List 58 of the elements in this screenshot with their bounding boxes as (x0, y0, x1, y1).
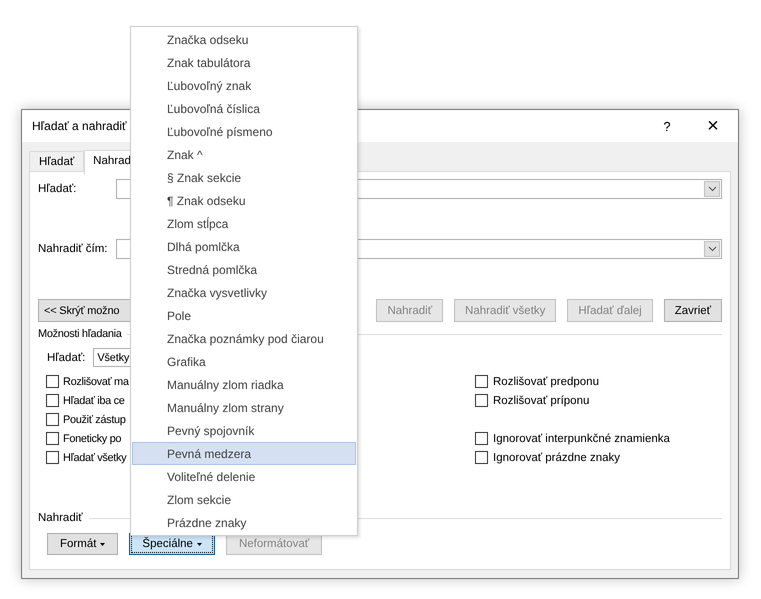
option-label: Ignorovať interpunkčné znamienka (493, 432, 670, 444)
option-label: Rozlišovať príponu (493, 394, 590, 406)
section-title: Nahradiť (38, 512, 83, 524)
checkbox[interactable] (46, 451, 59, 464)
menu-item[interactable]: Značka vysvetlivky (132, 281, 356, 304)
checkbox[interactable] (475, 432, 488, 445)
window-title: Hľadať a nahradiť (32, 119, 127, 133)
menu-item[interactable]: Znak tabulátora (132, 51, 356, 74)
section-title: Možnosti hľadania (38, 328, 122, 340)
chevron-down-icon (708, 246, 716, 252)
menu-item[interactable]: Ľubovoľný znak (132, 74, 356, 97)
checkbox[interactable] (475, 375, 488, 388)
dropdown-button[interactable] (704, 241, 720, 257)
option-label: Použiť zástup (63, 414, 126, 426)
help-button[interactable]: ? (644, 118, 690, 134)
option-label: Rozlišovať predponu (493, 376, 599, 388)
menu-item[interactable]: Značka odseku (132, 28, 356, 51)
menu-item[interactable]: Zlom sekcie (132, 488, 356, 511)
checkbox[interactable] (475, 451, 488, 464)
option-label: Rozlišovať ma (63, 376, 129, 388)
checkbox[interactable] (46, 375, 59, 388)
action-button[interactable]: Zavrieť (664, 299, 722, 322)
tab[interactable]: Hľadať (29, 151, 84, 172)
caret-icon (100, 542, 106, 546)
caret-icon (196, 542, 202, 546)
option-label: Foneticky po (63, 432, 122, 444)
option-label: Ignorovať prázdne znaky (493, 452, 620, 464)
menu-item[interactable]: Pevná medzera (132, 442, 356, 465)
menu-item[interactable]: ¶ Znak odseku (132, 189, 356, 212)
menu-item[interactable]: Manuálny zlom strany (132, 396, 356, 419)
menu-item[interactable]: Zlom stĺpca (132, 212, 356, 235)
checkbox[interactable] (46, 432, 59, 445)
option-label: Hľadať iba ce (63, 394, 124, 406)
menu-item[interactable]: Pole (132, 304, 356, 327)
chevron-down-icon (708, 186, 716, 192)
less-options-button[interactable]: << Skrýť možno (38, 299, 131, 322)
checkbox[interactable] (46, 394, 59, 407)
menu-item[interactable]: Grafika (132, 350, 356, 373)
menu-item[interactable]: Dlhá pomlčka (132, 235, 356, 258)
dropdown-button[interactable] (704, 181, 720, 197)
menu-item[interactable]: Ľubovoľná číslica (132, 97, 356, 120)
checkbox[interactable] (475, 394, 488, 407)
menu-item[interactable]: § Znak sekcie (132, 166, 356, 189)
checkbox[interactable] (46, 413, 59, 426)
menu-item[interactable]: Ľubovoľné písmeno (132, 120, 356, 143)
close-button[interactable]: × (690, 114, 736, 138)
field-label: Nahradiť čím: (38, 243, 108, 255)
field-label: Hľadať: (38, 183, 78, 195)
field-label: Hľadať: (47, 352, 86, 364)
menu-item[interactable]: Značka poznámky pod čiarou (132, 327, 356, 350)
menu-item[interactable]: Voliteľné delenie (132, 465, 356, 488)
menu-item[interactable]: Prázdne znaky (132, 511, 356, 534)
format-button[interactable]: Formát (47, 533, 118, 555)
menu-item[interactable]: Stredná pomlčka (132, 258, 356, 281)
menu-item[interactable]: Manuálny zlom riadka (132, 373, 356, 396)
menu-item[interactable]: Znak ^ (132, 143, 356, 166)
option-label: Hľadať všetky (63, 452, 126, 464)
menu-item[interactable]: Pevný spojovník (132, 419, 356, 442)
